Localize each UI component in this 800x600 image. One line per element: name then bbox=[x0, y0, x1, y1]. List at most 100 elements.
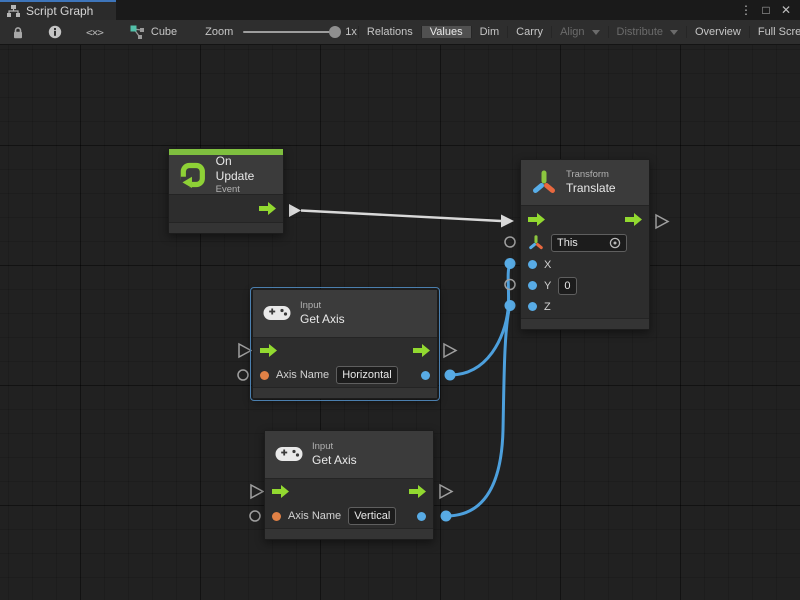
y-port-dot[interactable] bbox=[528, 281, 537, 290]
axis-name-field[interactable]: Horizontal bbox=[336, 366, 398, 384]
info-button[interactable] bbox=[36, 20, 74, 44]
node-title: Get Axis bbox=[312, 453, 357, 468]
relations-button[interactable]: Relations bbox=[358, 26, 421, 38]
y-value-field[interactable]: 0 bbox=[558, 277, 577, 295]
lock-button[interactable] bbox=[0, 20, 36, 44]
value-out-dot[interactable] bbox=[417, 512, 426, 521]
port-flow-out-getaxis-h[interactable] bbox=[444, 344, 456, 357]
port-value-out-getaxis-h[interactable] bbox=[445, 370, 456, 381]
x-port-dot[interactable] bbox=[528, 260, 537, 269]
gamepad-icon bbox=[263, 304, 291, 322]
close-icon[interactable]: ✕ bbox=[778, 1, 794, 19]
flow-arrow-out-icon[interactable] bbox=[625, 213, 642, 226]
z-port-label: Z bbox=[544, 301, 551, 313]
values-button[interactable]: Values bbox=[421, 26, 471, 38]
graph-canvas[interactable]: On Update Event Transform bbox=[0, 45, 800, 600]
node-header[interactable]: On Update Event bbox=[169, 155, 283, 195]
node-footer bbox=[169, 222, 283, 233]
port-axisname-in-getaxis-v[interactable] bbox=[250, 511, 260, 521]
zoom-value: 1x bbox=[345, 26, 357, 38]
graph-node-icon bbox=[130, 25, 145, 39]
zoom-label: Zoom bbox=[205, 26, 233, 38]
lock-icon bbox=[12, 26, 24, 39]
flow-arrow-out-icon[interactable] bbox=[409, 485, 426, 498]
dim-button[interactable]: Dim bbox=[471, 26, 508, 38]
distribute-label: Distribute bbox=[617, 26, 663, 38]
node-title: On Update bbox=[216, 154, 273, 184]
port-flow-in-translate[interactable] bbox=[501, 215, 514, 228]
axis-name-label: Axis Name bbox=[288, 510, 341, 522]
node-footer bbox=[265, 528, 433, 539]
node-header[interactable]: Input Get Axis bbox=[265, 431, 433, 479]
flow-arrow-in-icon[interactable] bbox=[272, 485, 289, 498]
node-header[interactable]: Input Get Axis bbox=[253, 290, 437, 338]
graph-toolbar: <×> Cube Zoom 1x Relations Values Dim Ca bbox=[0, 20, 800, 45]
axis-name-row: Axis Name Horizontal bbox=[253, 363, 437, 387]
port-flow-out-getaxis-v[interactable] bbox=[440, 485, 452, 498]
chevron-down-icon bbox=[670, 30, 678, 35]
flow-arrow-in-icon[interactable] bbox=[528, 213, 545, 226]
titlebar: Script Graph ⋮ □ ✕ bbox=[0, 0, 800, 20]
object-picker-icon[interactable] bbox=[609, 237, 621, 249]
port-this-translate[interactable] bbox=[505, 237, 515, 247]
flow-row bbox=[169, 195, 283, 222]
port-flow-in-getaxis-v[interactable] bbox=[251, 485, 263, 498]
axis-name-field[interactable]: Vertical bbox=[348, 507, 396, 525]
toolbar-toggle-group: Relations Values Dim Carry Align Distrib… bbox=[357, 20, 800, 44]
flow-row bbox=[521, 206, 649, 232]
graph-target-selector[interactable]: Cube bbox=[130, 20, 177, 44]
update-loop-icon bbox=[179, 161, 207, 189]
window-controls: ⋮ □ ✕ bbox=[738, 0, 800, 20]
axis-name-port-dot[interactable] bbox=[260, 371, 269, 380]
node-get-axis-horizontal[interactable]: Input Get Axis Axis Name Horizontal bbox=[252, 289, 438, 399]
port-x-translate[interactable] bbox=[505, 258, 516, 269]
z-port-dot[interactable] bbox=[528, 302, 537, 311]
node-kind: Transform bbox=[566, 169, 616, 181]
flow-arrow-out-icon[interactable] bbox=[259, 202, 276, 215]
transform-mini-icon bbox=[528, 235, 544, 251]
node-transform-translate[interactable]: Transform Translate This bbox=[520, 159, 650, 330]
node-kind: Input bbox=[312, 441, 357, 453]
code-view-button[interactable]: <×> bbox=[74, 20, 115, 44]
axis-name-port-dot[interactable] bbox=[272, 512, 281, 521]
port-y-translate[interactable] bbox=[505, 280, 515, 290]
flow-row bbox=[265, 479, 433, 505]
port-flow-in-getaxis-h[interactable] bbox=[239, 344, 251, 357]
flow-arrow-in-icon[interactable] bbox=[260, 344, 277, 357]
node-footer bbox=[521, 318, 649, 329]
graph-target-label: Cube bbox=[151, 26, 177, 38]
wire-getaxis-horizontal-to-x[interactable] bbox=[450, 264, 510, 376]
script-graph-icon bbox=[7, 5, 20, 17]
transform-icon bbox=[531, 170, 557, 196]
node-get-axis-vertical[interactable]: Input Get Axis Axis Name Vertical bbox=[264, 430, 434, 540]
kebab-menu-icon[interactable]: ⋮ bbox=[738, 1, 754, 19]
overview-button[interactable]: Overview bbox=[686, 26, 749, 38]
port-flow-out-on-update[interactable] bbox=[289, 204, 301, 217]
node-subtitle: Event bbox=[216, 184, 273, 196]
this-target-field[interactable]: This bbox=[551, 234, 627, 252]
code-icon: <×> bbox=[86, 26, 103, 39]
flow-arrow-out-icon[interactable] bbox=[413, 344, 430, 357]
port-flow-out-translate[interactable] bbox=[656, 215, 668, 228]
this-port-row: This bbox=[521, 232, 649, 254]
tab-script-graph[interactable]: Script Graph bbox=[0, 0, 116, 20]
node-header[interactable]: Transform Translate bbox=[521, 160, 649, 206]
zoom-slider[interactable] bbox=[243, 31, 339, 33]
align-button[interactable]: Align bbox=[551, 26, 607, 38]
port-axisname-in-getaxis-h[interactable] bbox=[238, 370, 248, 380]
fullscreen-button[interactable]: Full Screen bbox=[749, 26, 800, 38]
info-icon bbox=[48, 25, 62, 39]
wire-flow-onupdate-translate[interactable] bbox=[301, 211, 501, 222]
z-port-row: Z bbox=[521, 296, 649, 317]
node-on-update[interactable]: On Update Event bbox=[168, 148, 284, 234]
port-z-translate[interactable] bbox=[505, 300, 516, 311]
gamepad-icon bbox=[275, 445, 303, 463]
value-out-dot[interactable] bbox=[421, 371, 430, 380]
y-port-row: Y 0 bbox=[521, 275, 649, 296]
carry-button[interactable]: Carry bbox=[507, 26, 551, 38]
distribute-button[interactable]: Distribute bbox=[608, 26, 686, 38]
maximize-icon[interactable]: □ bbox=[758, 1, 774, 19]
zoom-slider-handle[interactable] bbox=[329, 26, 341, 38]
flow-row bbox=[253, 338, 437, 364]
port-value-out-getaxis-v[interactable] bbox=[441, 511, 452, 522]
